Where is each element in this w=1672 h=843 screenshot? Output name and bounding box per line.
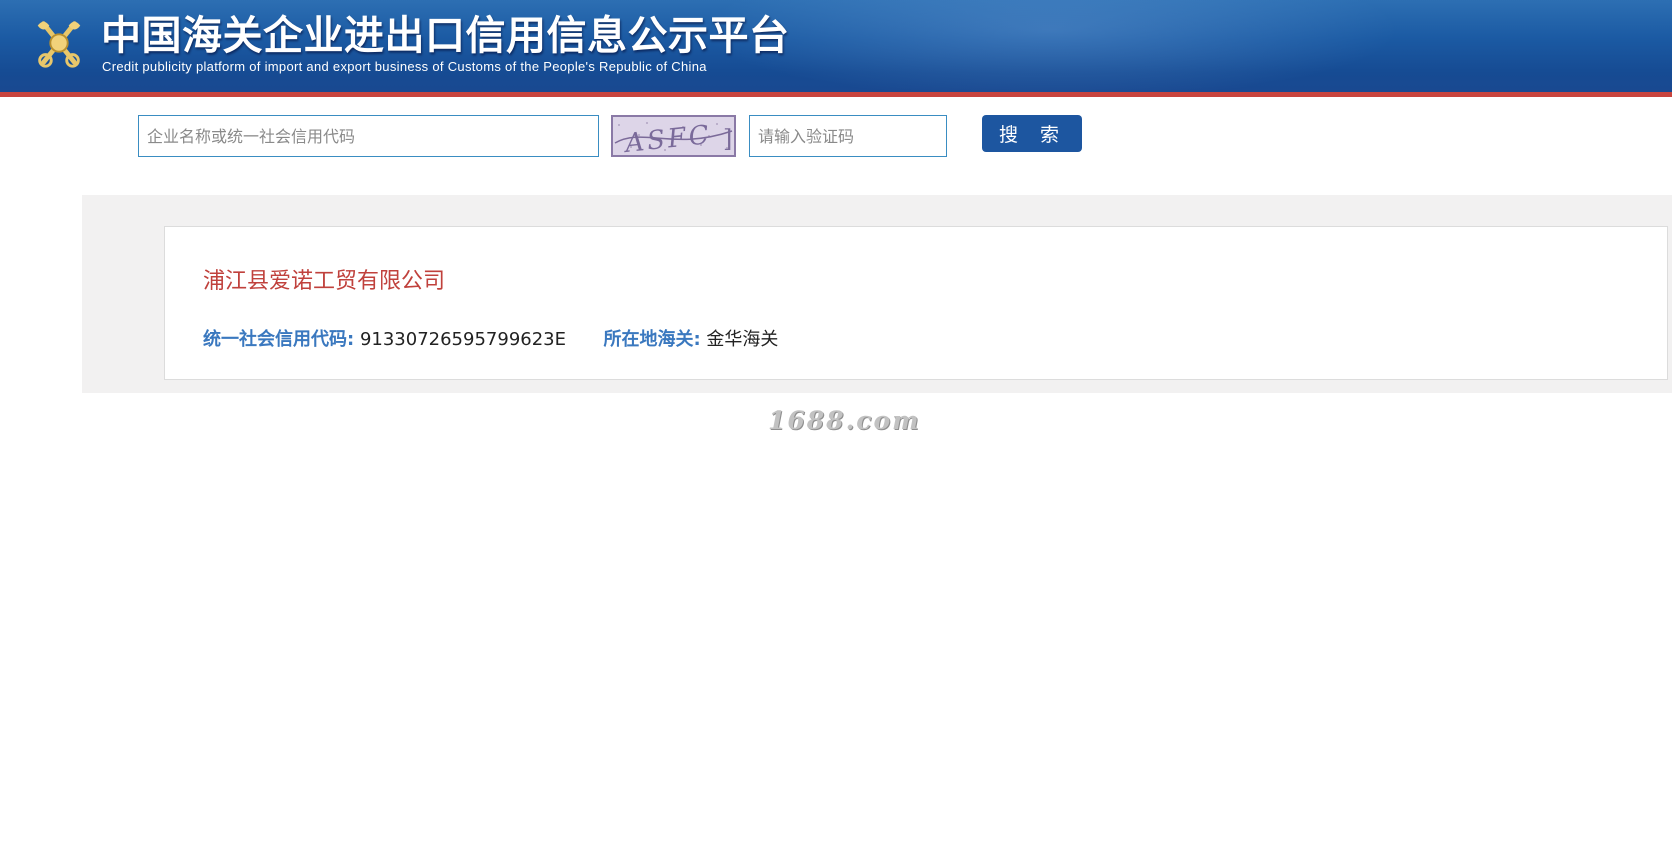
banner-glow bbox=[700, 0, 1400, 97]
customs-label: 所在地海关: bbox=[603, 329, 701, 350]
watermark: 1688.com bbox=[768, 406, 921, 435]
company-search-input[interactable] bbox=[138, 115, 599, 157]
captcha-noise: ASFC ] bbox=[613, 117, 734, 155]
captcha-image[interactable]: ASFC ] bbox=[611, 115, 736, 157]
customs-emblem-icon bbox=[37, 21, 81, 68]
company-info-row: 统一社会信用代码: 91330726595799623E 所在地海关: 金华海关 bbox=[203, 325, 778, 351]
platform-subtitle: Credit publicity platform of import and … bbox=[102, 59, 707, 74]
credit-code-label: 统一社会信用代码: bbox=[203, 329, 355, 350]
result-card[interactable]: 浦江县爱诺工贸有限公司 统一社会信用代码: 91330726595799623E… bbox=[164, 226, 1668, 380]
customs-value: 金华海关 bbox=[706, 329, 779, 350]
svg-text:]: ] bbox=[723, 125, 732, 153]
platform-title: 中国海关企业进出口信用信息公示平台 bbox=[101, 13, 790, 59]
search-button[interactable]: 搜 索 bbox=[982, 115, 1082, 152]
header-banner: 中国海关企业进出口信用信息公示平台 Credit publicity platf… bbox=[0, 0, 1672, 97]
company-name-link[interactable]: 浦江县爱诺工贸有限公司 bbox=[203, 263, 445, 295]
credit-code-value: 91330726595799623E bbox=[359, 329, 566, 350]
captcha-input[interactable] bbox=[749, 115, 947, 157]
